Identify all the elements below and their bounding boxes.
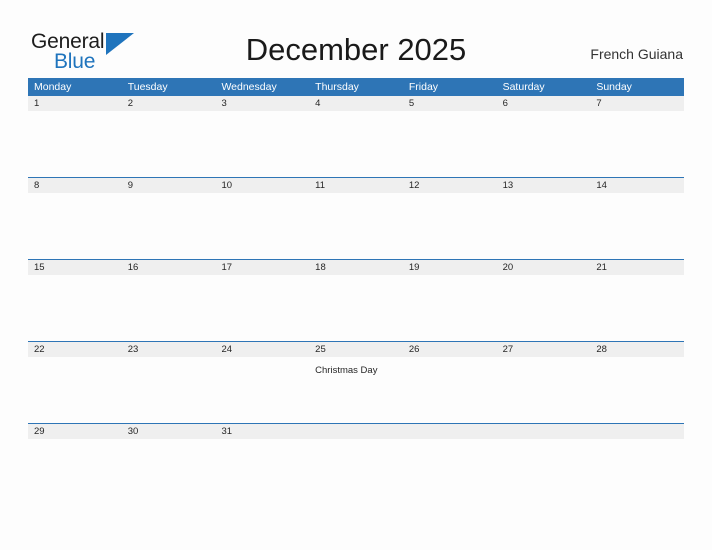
day-number[interactable]: 4 (309, 96, 403, 111)
day-cell[interactable] (403, 275, 497, 341)
calendar-week-row: 29 30 31 (28, 423, 684, 449)
day-header-monday: Monday (34, 81, 72, 93)
day-number[interactable]: 28 (590, 342, 684, 357)
day-cell[interactable] (122, 193, 216, 259)
day-number[interactable]: 15 (28, 260, 122, 275)
day-number[interactable]: 25 (309, 342, 403, 357)
day-cell[interactable] (215, 111, 309, 177)
day-number[interactable]: 27 (497, 342, 591, 357)
day-number[interactable]: 3 (215, 96, 309, 111)
day-cell[interactable] (122, 357, 216, 423)
day-cell[interactable] (590, 275, 684, 341)
day-cell-empty (309, 439, 403, 449)
day-number[interactable]: 11 (309, 178, 403, 193)
day-number[interactable]: 5 (403, 96, 497, 111)
week-date-band: 8 9 10 11 12 13 14 (28, 178, 684, 193)
page-header: General Blue December 2025 French Guiana (0, 0, 712, 78)
day-cell[interactable] (28, 275, 122, 341)
day-number[interactable]: 9 (122, 178, 216, 193)
day-cell[interactable] (590, 111, 684, 177)
day-number-empty (309, 424, 403, 439)
day-number-empty (590, 424, 684, 439)
day-number[interactable]: 1 (28, 96, 122, 111)
week-event-band: Christmas Day (28, 357, 684, 423)
day-number[interactable]: 24 (215, 342, 309, 357)
day-cell[interactable] (497, 111, 591, 177)
day-cell[interactable] (122, 275, 216, 341)
day-header-tuesday: Tuesday (127, 81, 168, 93)
day-cell[interactable] (28, 439, 122, 449)
day-cell[interactable] (309, 193, 403, 259)
calendar-week-row: 8 9 10 11 12 13 14 (28, 177, 684, 259)
day-header-friday: Friday (408, 81, 439, 93)
day-number[interactable]: 21 (590, 260, 684, 275)
calendar-grid: Monday Tuesday Wednesday Thursday Friday… (28, 78, 684, 449)
week-date-band: 22 23 24 25 26 27 28 (28, 342, 684, 357)
day-number[interactable]: 18 (309, 260, 403, 275)
week-date-band: 15 16 17 18 19 20 21 (28, 260, 684, 275)
day-of-week-header-row: Monday Tuesday Wednesday Thursday Friday… (28, 78, 684, 96)
day-number[interactable]: 22 (28, 342, 122, 357)
day-number[interactable]: 23 (122, 342, 216, 357)
week-event-band (28, 439, 684, 449)
day-number[interactable]: 29 (28, 424, 122, 439)
day-cell[interactable] (590, 193, 684, 259)
day-cell-empty (590, 439, 684, 449)
day-cell[interactable] (403, 111, 497, 177)
day-header-wednesday: Wednesday (221, 81, 277, 93)
day-number[interactable]: 10 (215, 178, 309, 193)
day-cell-christmas[interactable]: Christmas Day (309, 357, 403, 423)
week-date-band: 29 30 31 (28, 424, 684, 439)
day-cell[interactable] (497, 357, 591, 423)
day-cell[interactable] (309, 111, 403, 177)
event-label: Christmas Day (315, 365, 378, 376)
day-cell[interactable] (497, 275, 591, 341)
day-cell[interactable] (215, 193, 309, 259)
day-cell[interactable] (403, 357, 497, 423)
day-cell[interactable] (122, 439, 216, 449)
day-cell[interactable] (309, 275, 403, 341)
day-cell-empty (497, 439, 591, 449)
day-number[interactable]: 6 (497, 96, 591, 111)
day-cell[interactable] (215, 357, 309, 423)
day-number[interactable]: 20 (497, 260, 591, 275)
day-cell[interactable] (28, 357, 122, 423)
day-number-empty (403, 424, 497, 439)
calendar-week-row: 15 16 17 18 19 20 21 (28, 259, 684, 341)
day-number-empty (497, 424, 591, 439)
region-label: French Guiana (590, 46, 683, 62)
day-cell[interactable] (28, 111, 122, 177)
day-cell-empty (403, 439, 497, 449)
day-header-saturday: Saturday (502, 81, 545, 93)
day-cell[interactable] (215, 439, 309, 449)
day-number[interactable]: 16 (122, 260, 216, 275)
day-number[interactable]: 8 (28, 178, 122, 193)
day-cell[interactable] (215, 275, 309, 341)
day-cell[interactable] (28, 193, 122, 259)
day-number[interactable]: 31 (215, 424, 309, 439)
day-cell[interactable] (122, 111, 216, 177)
day-header-sunday: Sunday (596, 81, 632, 93)
day-header-thursday: Thursday (315, 81, 359, 93)
week-event-band (28, 275, 684, 341)
day-number[interactable]: 2 (122, 96, 216, 111)
week-date-band: 1 2 3 4 5 6 7 (28, 96, 684, 111)
day-number[interactable]: 17 (215, 260, 309, 275)
day-number[interactable]: 26 (403, 342, 497, 357)
day-number[interactable]: 14 (590, 178, 684, 193)
day-number[interactable]: 12 (403, 178, 497, 193)
calendar-week-row: 1 2 3 4 5 6 7 (28, 96, 684, 177)
day-number[interactable]: 30 (122, 424, 216, 439)
week-event-band (28, 193, 684, 259)
day-cell[interactable] (403, 193, 497, 259)
day-number[interactable]: 7 (590, 96, 684, 111)
week-event-band (28, 111, 684, 177)
day-number[interactable]: 19 (403, 260, 497, 275)
day-number[interactable]: 13 (497, 178, 591, 193)
day-cell[interactable] (590, 357, 684, 423)
calendar-week-row: 22 23 24 25 26 27 28 Christmas Day (28, 341, 684, 423)
day-cell[interactable] (497, 193, 591, 259)
